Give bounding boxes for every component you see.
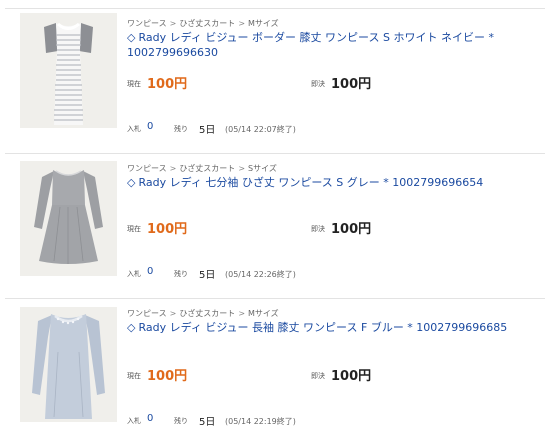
breadcrumb-separator: > [238,164,246,173]
breadcrumb-item[interactable]: ひざ丈スカート [179,19,235,28]
current-price-label: 現在 [127,80,141,88]
current-price: 100円 [147,369,188,384]
remaining-days: 5日 [199,270,216,281]
end-time: (05/14 22:07終了) [225,125,296,134]
breadcrumb-item[interactable]: ワンピース [127,19,167,28]
light-blue-dress-image [20,307,117,422]
breadcrumb: ワンピース > ひざ丈スカート > Mサイズ [127,18,279,29]
breadcrumb-item[interactable]: Sサイズ [248,164,277,173]
bids-count[interactable]: 0 [147,413,153,424]
breadcrumb-item[interactable]: ひざ丈スカート [179,164,235,173]
listing-title-text: Rady レディ ビジュー ボーダー 膝丈 ワンピース S ホワイト ネイビー … [127,31,494,59]
listing-title-text: Rady レディ 七分袖 ひざ丈 ワンピース S グレー * 100279969… [138,176,484,189]
bids-count[interactable]: 0 [147,121,153,132]
buyout-price-label: 即決 [311,372,325,380]
breadcrumb-item[interactable]: ワンピース [127,164,167,173]
remaining-label: 残り [174,125,188,133]
grey-dress-image [20,161,117,276]
breadcrumb-separator: > [238,309,246,318]
breadcrumb-item[interactable]: ワンピース [127,309,167,318]
breadcrumb-item[interactable]: Mサイズ [248,309,279,318]
diamond-icon: ◇ [127,321,136,334]
buyout-price: 100円 [331,77,372,92]
listing-title-link[interactable]: ◇ Rady レディ ビジュー ボーダー 膝丈 ワンピース S ホワイト ネイビー… [127,30,545,60]
breadcrumb-item[interactable]: Mサイズ [248,19,279,28]
remaining-days: 5日 [199,125,216,136]
listing-item: ワンピース > ひざ丈スカート > Sサイズ ◇ Rady レディ 七分袖 ひざ丈 ワンピ… [0,145,545,290]
diamond-icon: ◇ [127,31,136,44]
breadcrumb: ワンピース > ひざ丈スカート > Sサイズ [127,163,277,174]
diamond-icon: ◇ [127,176,136,189]
buyout-price-label: 即決 [311,225,325,233]
remaining-label: 残り [174,270,188,278]
listing-item: ワンピース > ひざ丈スカート > Mサイズ ◇ Rady レディ ビジュー 長袖 膝丈 … [0,290,545,439]
breadcrumb-item[interactable]: ひざ丈スカート [179,309,235,318]
breadcrumb: ワンピース > ひざ丈スカート > Mサイズ [127,308,279,319]
listing-item: ワンピース > ひざ丈スカート > Mサイズ ◇ Rady レディ ビジュー ボーダー 膝… [0,0,545,145]
striped-dress-image [20,13,117,128]
bids-label: 入札 [127,270,141,278]
product-thumbnail[interactable] [20,307,117,422]
divider [5,153,545,154]
current-price-label: 現在 [127,372,141,380]
bids-count[interactable]: 0 [147,266,153,277]
listing-title-link[interactable]: ◇ Rady レディ 七分袖 ひざ丈 ワンピース S グレー * 10027996… [127,175,545,190]
buyout-price: 100円 [331,369,372,384]
buyout-price-label: 即決 [311,80,325,88]
divider [5,8,545,9]
buyout-price: 100円 [331,222,372,237]
bids-label: 入札 [127,417,141,425]
remaining-days: 5日 [199,417,216,428]
product-thumbnail[interactable] [20,13,117,128]
bids-label: 入札 [127,125,141,133]
end-time: (05/14 22:26終了) [225,270,296,279]
product-thumbnail[interactable] [20,161,117,276]
divider [5,298,545,299]
breadcrumb-separator: > [169,309,177,318]
current-price-label: 現在 [127,225,141,233]
breadcrumb-separator: > [238,19,246,28]
end-time: (05/14 22:19終了) [225,417,296,426]
listing-title-text: Rady レディ ビジュー 長袖 膝丈 ワンピース F ブルー * 100279… [138,321,508,334]
current-price: 100円 [147,222,188,237]
listing-title-link[interactable]: ◇ Rady レディ ビジュー 長袖 膝丈 ワンピース F ブルー * 10027… [127,320,545,335]
current-price: 100円 [147,77,188,92]
remaining-label: 残り [174,417,188,425]
breadcrumb-separator: > [169,19,177,28]
breadcrumb-separator: > [169,164,177,173]
